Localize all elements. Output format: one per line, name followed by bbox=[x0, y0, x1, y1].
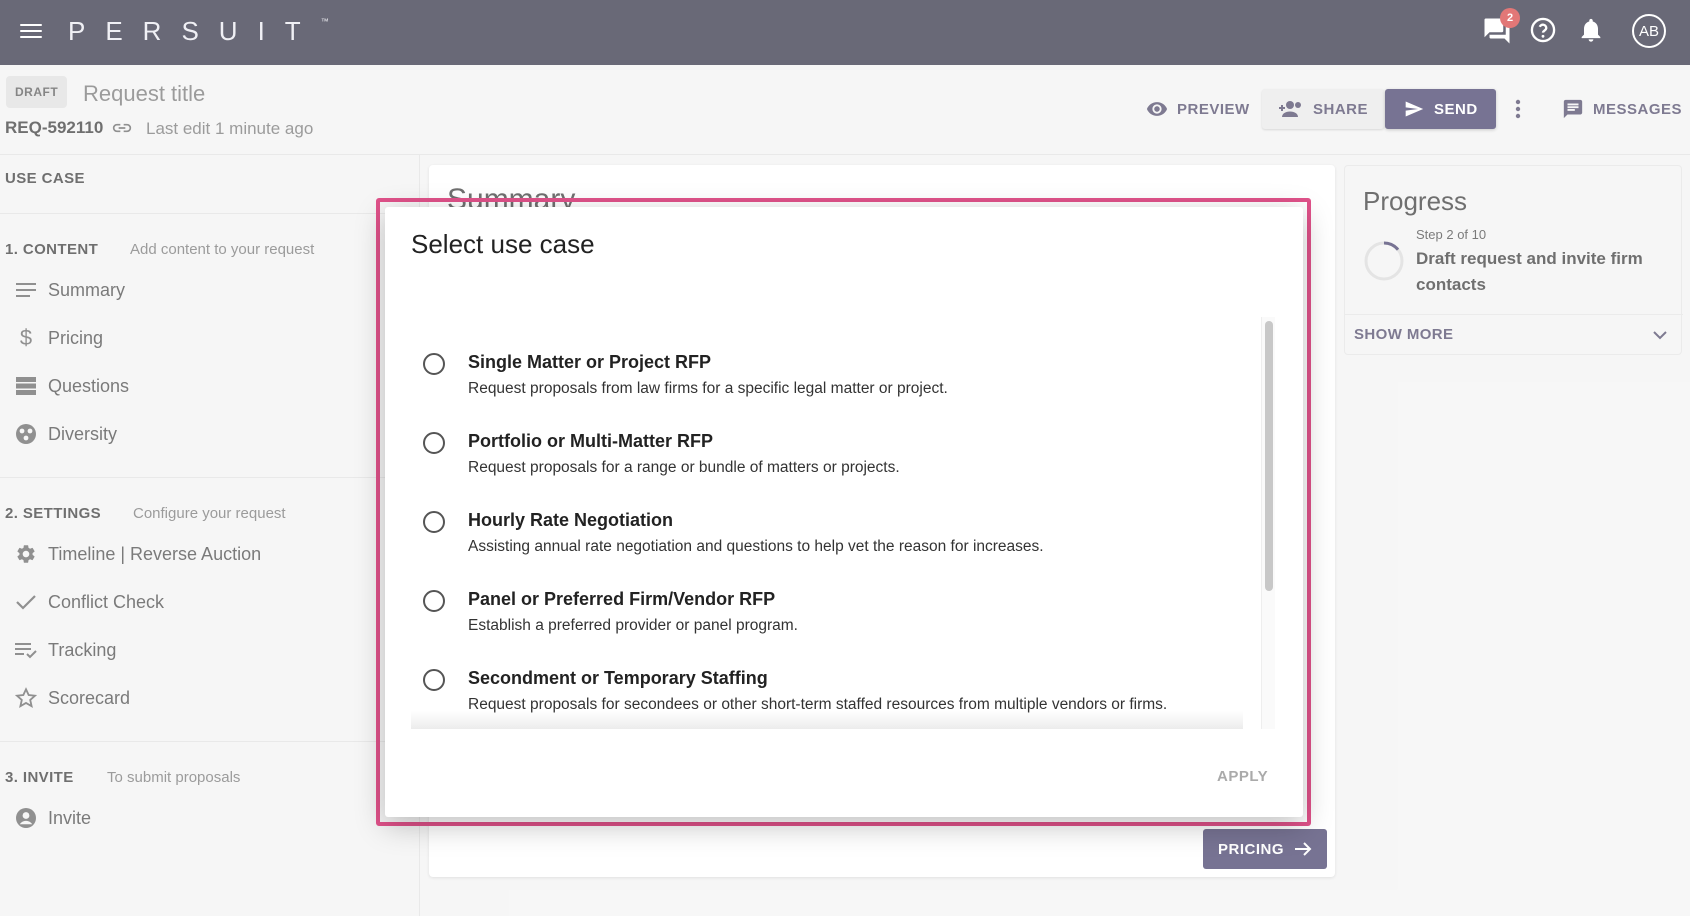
option-title: Secondment or Temporary Staffing bbox=[468, 668, 768, 688]
use-case-list: Single Matter or Project RFP Request pro… bbox=[411, 317, 1263, 729]
list-scroll-fade bbox=[411, 711, 1243, 729]
option-description: Request proposals for a range or bundle … bbox=[468, 459, 900, 476]
use-case-option[interactable]: Hourly Rate Negotiation Assisting annual… bbox=[423, 505, 1253, 565]
option-description: Establish a preferred provider or panel … bbox=[468, 617, 798, 634]
option-title: Hourly Rate Negotiation bbox=[468, 510, 674, 530]
use-case-option[interactable]: Portfolio or Multi-Matter RFP Request pr… bbox=[423, 426, 1253, 486]
use-case-option[interactable]: Panel or Preferred Firm/Vendor RFP Estab… bbox=[423, 584, 1253, 644]
radio-button[interactable] bbox=[423, 590, 445, 612]
radio-button[interactable] bbox=[423, 432, 445, 454]
radio-button[interactable] bbox=[423, 353, 445, 375]
use-case-option[interactable]: Single Matter or Project RFP Request pro… bbox=[423, 347, 1253, 407]
radio-button[interactable] bbox=[423, 669, 445, 691]
scrollbar-thumb[interactable] bbox=[1265, 321, 1273, 591]
list-scrollbar[interactable] bbox=[1261, 317, 1275, 729]
option-title: Single Matter or Project RFP bbox=[468, 352, 712, 372]
option-title: Portfolio or Multi-Matter RFP bbox=[468, 431, 713, 451]
select-use-case-dialog: Select use case Single Matter or Project… bbox=[385, 207, 1303, 817]
option-description: Request proposals from law firms for a s… bbox=[468, 380, 948, 397]
option-title: Panel or Preferred Firm/Vendor RFP bbox=[468, 589, 776, 609]
option-description: Assisting annual rate negotiation and qu… bbox=[468, 538, 1044, 555]
radio-button[interactable] bbox=[423, 511, 445, 533]
apply-button[interactable]: APPLY bbox=[1217, 768, 1268, 785]
dialog-title: Select use case bbox=[411, 229, 595, 259]
